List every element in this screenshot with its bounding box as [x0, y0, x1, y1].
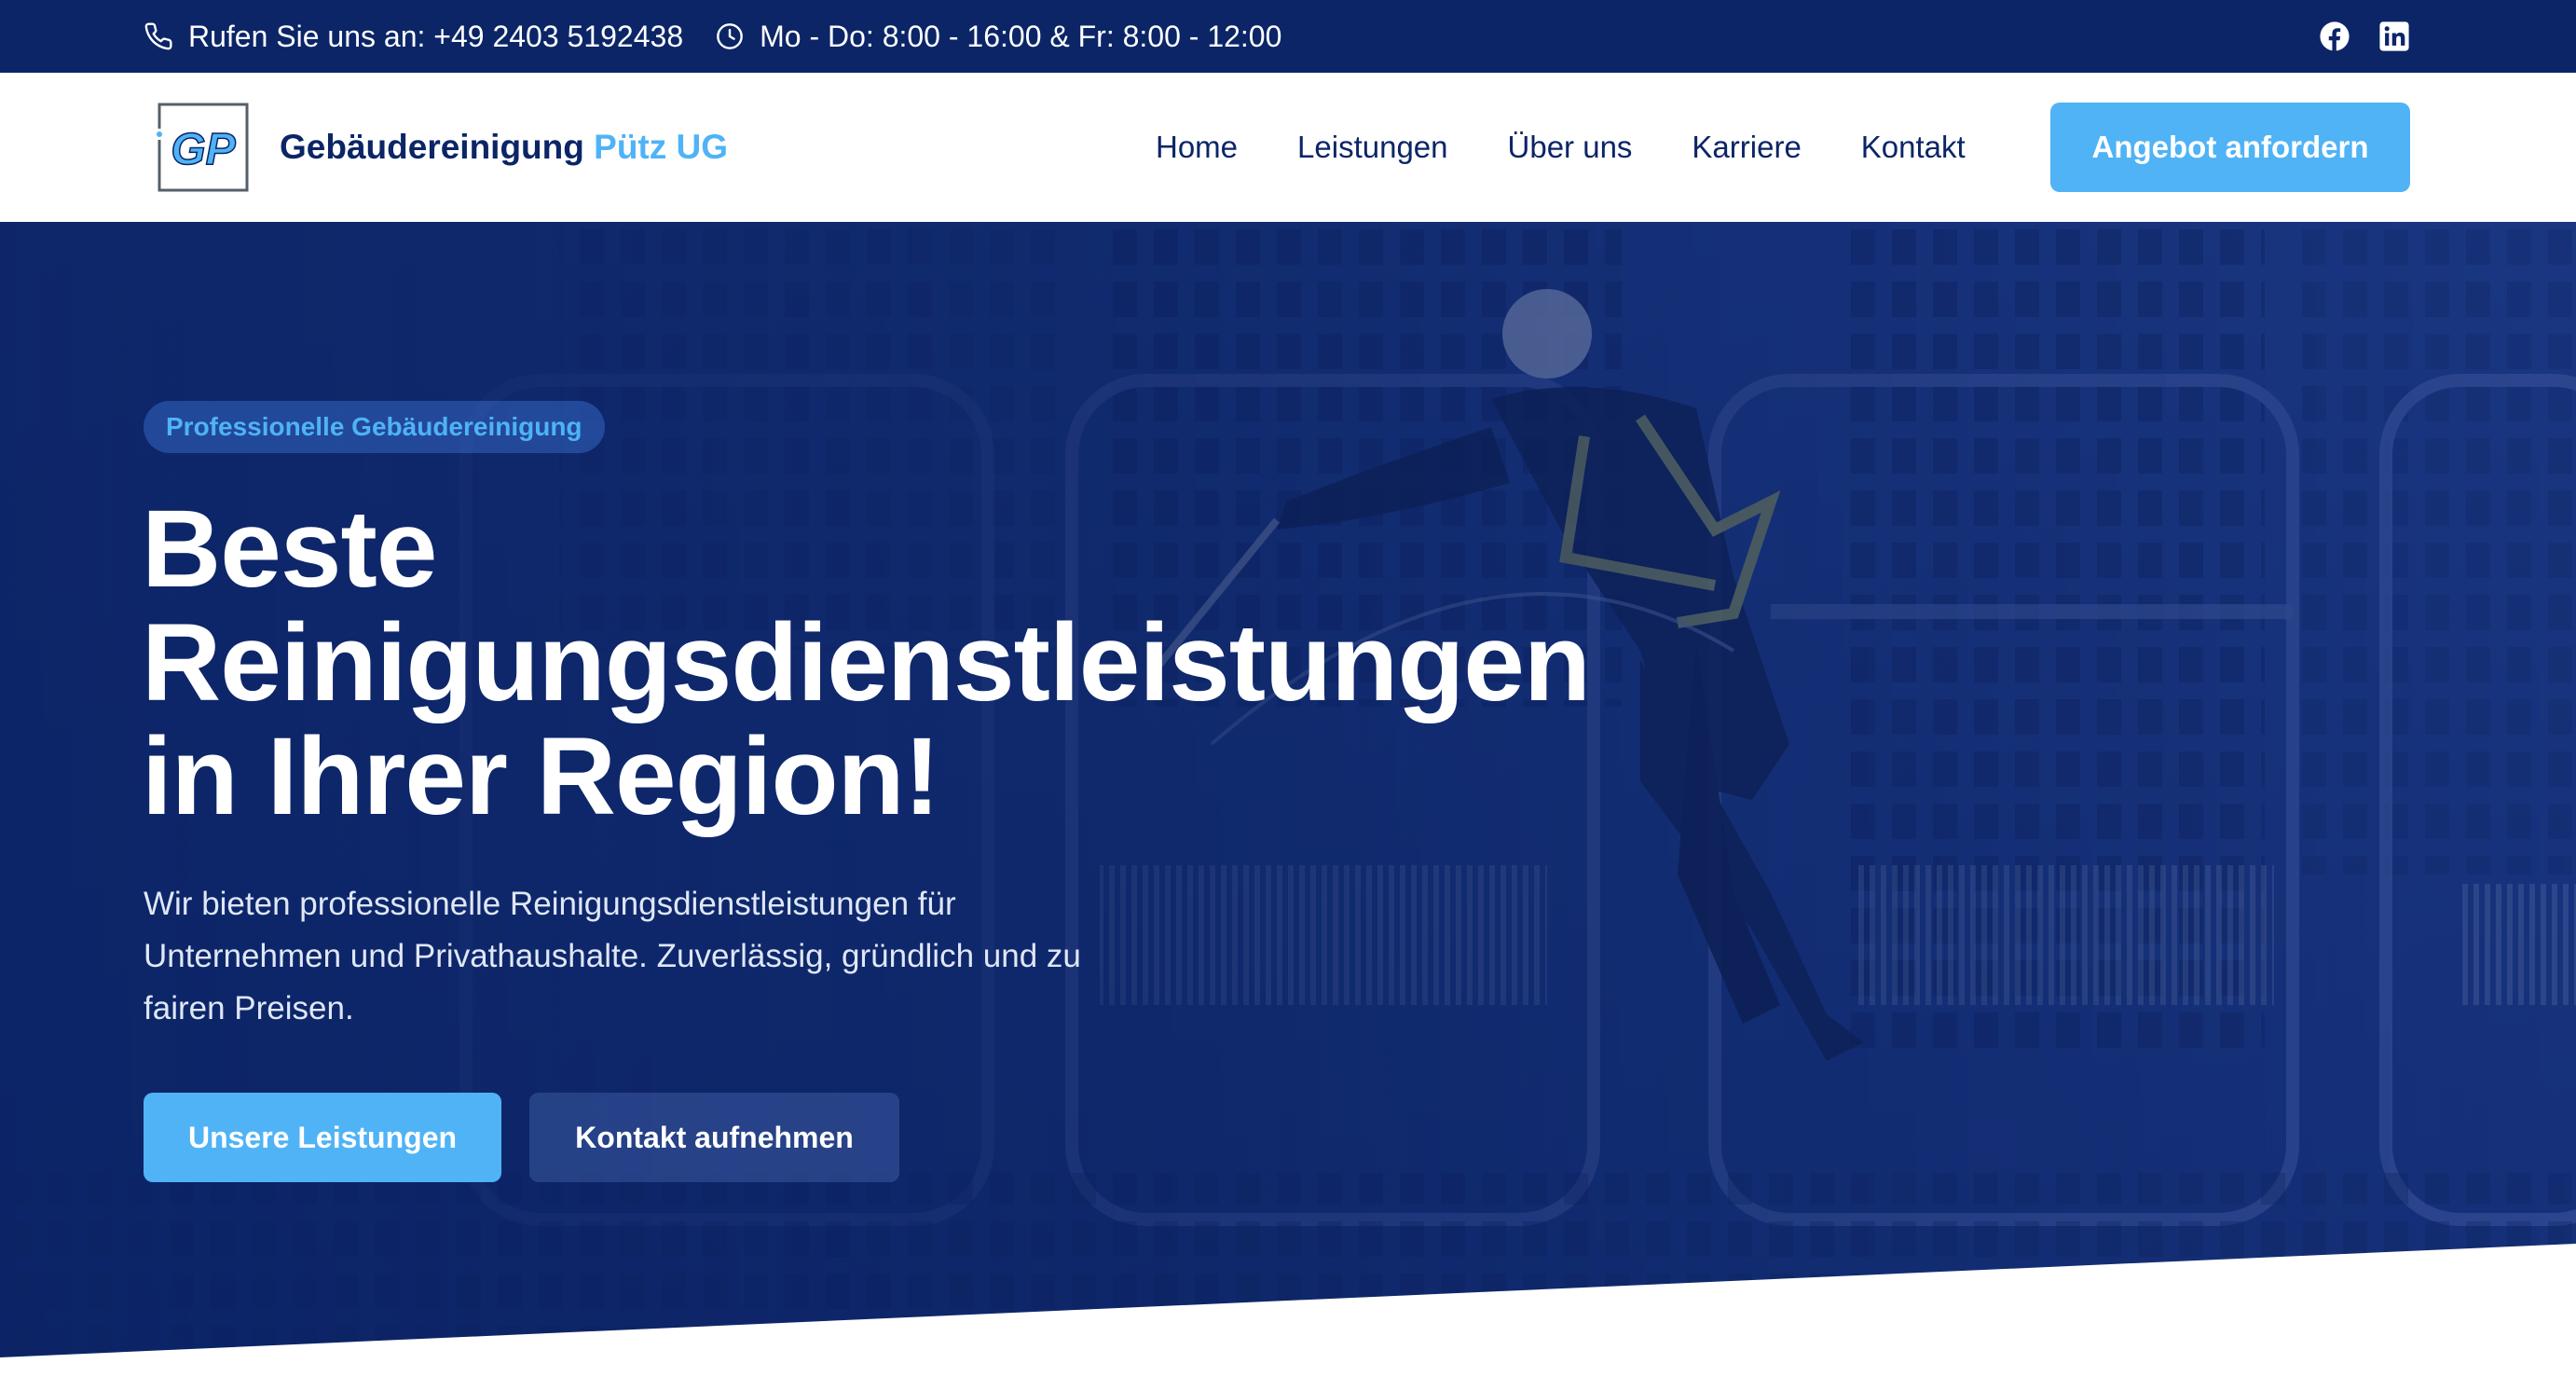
hero-title: Beste Reinigungsdienstleistungen in Ihre…: [142, 492, 1912, 833]
hero-description: Wir bieten professionelle Reinigungsdien…: [144, 886, 1081, 1026]
nav-item-kontakt[interactable]: Kontakt: [1861, 130, 1966, 165]
hero-title-line-1: Beste: [142, 488, 437, 611]
opening-hours-info: Mo - Do: 8:00 - 16:00 & Fr: 8:00 - 12:00: [715, 20, 1281, 54]
hero-badge: Professionelle Gebäudereinigung: [144, 401, 605, 453]
brand-name: Gebäudereinigung Pütz UG: [280, 128, 728, 167]
phone-icon: [144, 22, 172, 50]
hero-title-line-2: Reinigungsdienstleistungen: [142, 601, 1591, 724]
brand-name-accent: Pütz UG: [594, 128, 729, 166]
clock-icon: [717, 23, 743, 49]
opening-hours-text: Mo - Do: 8:00 - 16:00 & Fr: 8:00 - 12:00: [760, 19, 1282, 53]
svg-text:GP: GP: [171, 125, 236, 174]
nav-menu: Home Leistungen Über uns Karriere Kontak…: [1156, 73, 1966, 222]
top-bar-contact: Rufen Sie uns an: +49 2403 5192438 Mo - …: [144, 0, 1281, 73]
linkedin-icon: [2379, 21, 2409, 51]
hero-title-line-3: in Ihrer Region!: [142, 715, 940, 838]
nav-item-ueber-uns[interactable]: Über uns: [1508, 130, 1633, 165]
nav-item-leistungen[interactable]: Leistungen: [1297, 130, 1447, 165]
contact-us-button[interactable]: Kontakt aufnehmen: [529, 1093, 899, 1182]
brand-logo-link[interactable]: GP Gebäudereinigung Pütz UG: [155, 101, 728, 194]
social-links: [2291, 0, 2410, 73]
our-services-button[interactable]: Unsere Leistungen: [144, 1093, 501, 1182]
hero-section: Professionelle Gebäudereinigung Beste Re…: [0, 222, 2576, 1391]
request-quote-button[interactable]: Angebot anfordern: [2050, 103, 2410, 192]
top-bar: Rufen Sie uns an: +49 2403 5192438 Mo - …: [0, 0, 2576, 73]
facebook-link[interactable]: [2319, 21, 2350, 52]
logo-icon: GP: [155, 103, 249, 192]
nav-item-home[interactable]: Home: [1156, 130, 1238, 165]
brand-name-main: Gebäudereinigung: [280, 128, 584, 166]
main-navbar: GP Gebäudereinigung Pütz UG Home Leistun…: [0, 73, 2576, 222]
nav-item-karriere[interactable]: Karriere: [1692, 130, 1801, 165]
phone-text: Rufen Sie uns an: +49 2403 5192438: [188, 19, 684, 53]
phone-info[interactable]: Rufen Sie uns an: +49 2403 5192438: [144, 20, 683, 54]
linkedin-link[interactable]: [2378, 21, 2410, 52]
facebook-icon: [2320, 21, 2350, 51]
